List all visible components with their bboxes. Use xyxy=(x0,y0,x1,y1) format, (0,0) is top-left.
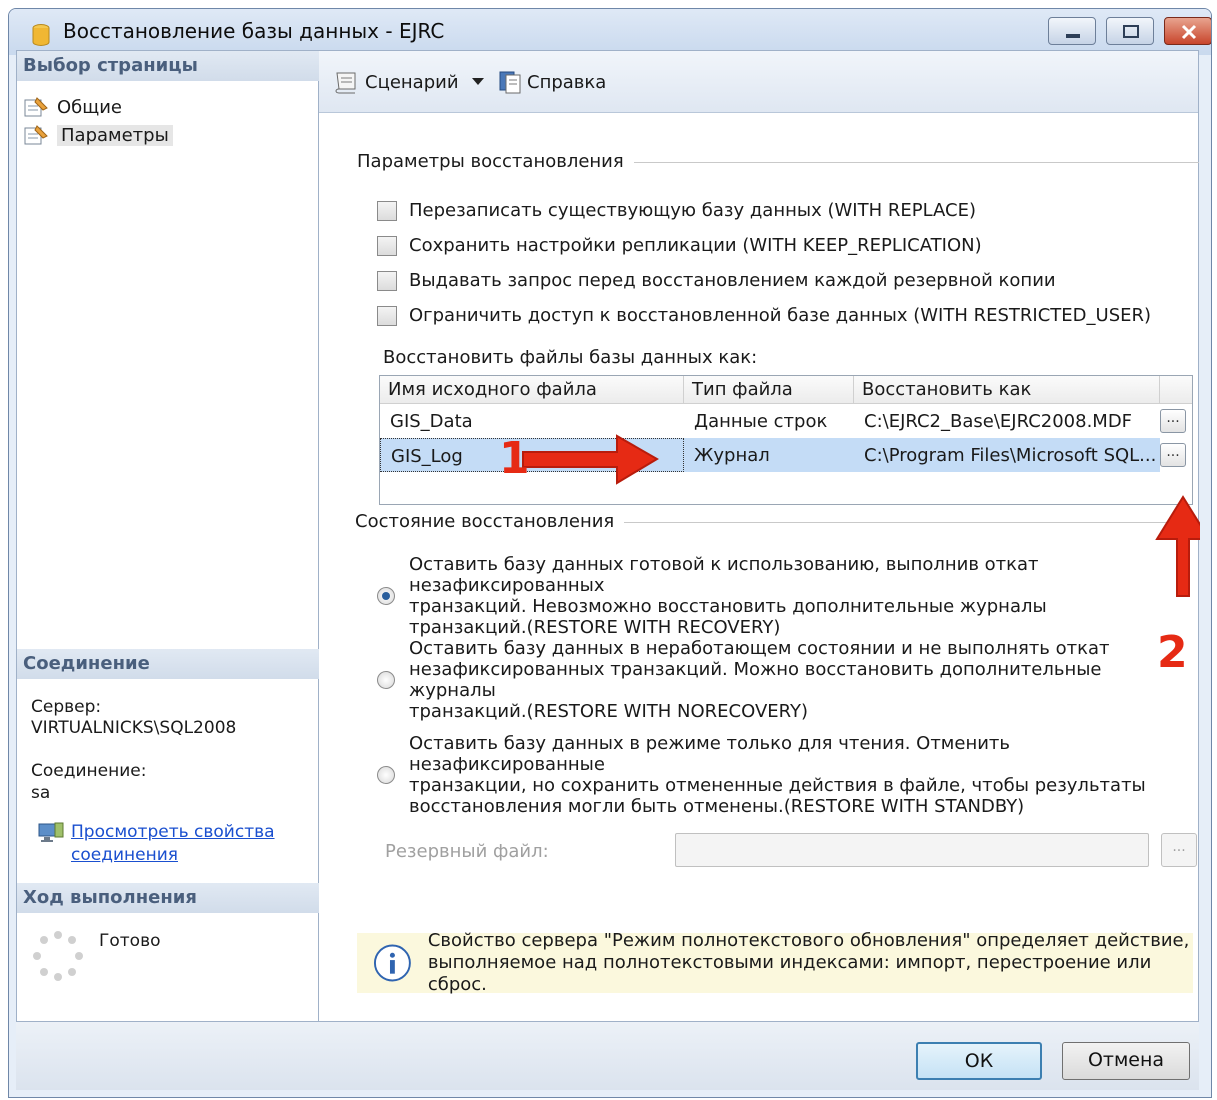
annotation-marker-1: 1 xyxy=(499,433,530,484)
arrow-right-annotation xyxy=(522,434,659,485)
arrow-up-annotation xyxy=(1155,495,1200,597)
window-title: Восстановление базы данных - EJRC xyxy=(63,19,445,43)
minimize-icon xyxy=(1066,34,1080,38)
database-icon xyxy=(32,24,50,46)
title-bar: Восстановление базы данных - EJRC xyxy=(9,9,1211,55)
dialog-footer: ОК Отмена xyxy=(16,1022,1199,1090)
maximize-icon xyxy=(1123,25,1139,38)
ok-button[interactable]: ОК xyxy=(916,1042,1042,1080)
dialog-content: Выбор страницы Общие Параметры Соединени… xyxy=(16,50,1200,1022)
annotation-overlay xyxy=(522,434,1200,597)
cancel-button[interactable]: Отмена xyxy=(1062,1042,1190,1080)
annotation-marker-2: 2 xyxy=(1157,627,1188,678)
minimize-button[interactable] xyxy=(1048,17,1096,45)
maximize-button[interactable] xyxy=(1106,17,1154,45)
close-icon xyxy=(1181,24,1197,40)
close-button[interactable] xyxy=(1164,17,1211,45)
